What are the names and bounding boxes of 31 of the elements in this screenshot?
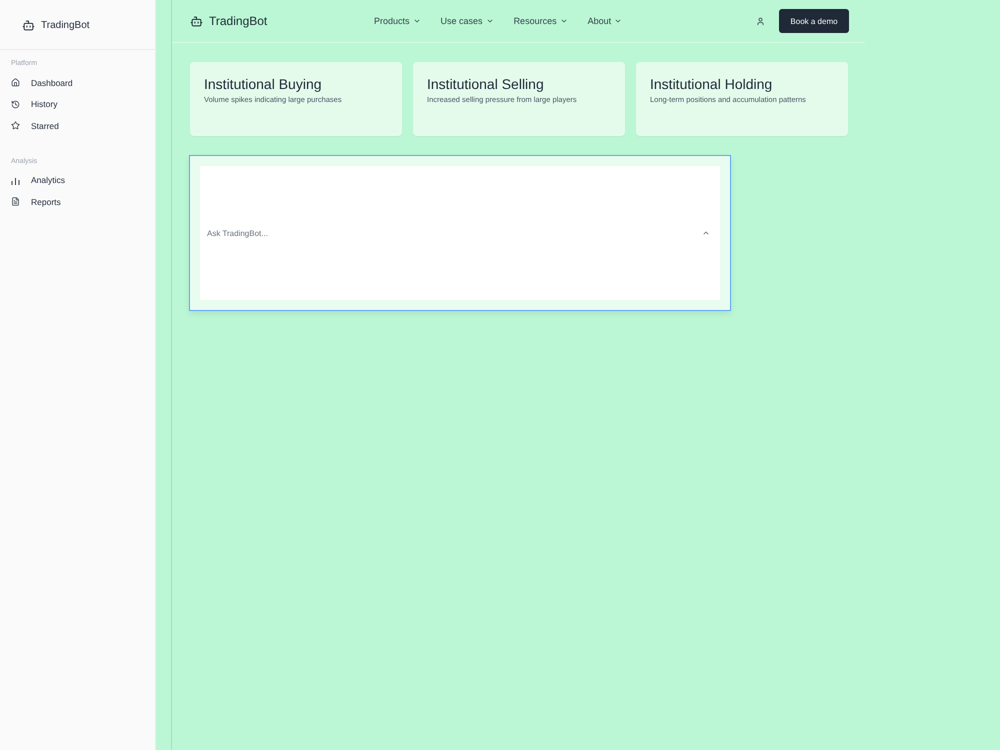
star-icon bbox=[11, 121, 20, 130]
brand-name: TradingBot bbox=[209, 14, 268, 28]
chevron-down-icon bbox=[614, 17, 622, 25]
user-icon bbox=[756, 16, 765, 26]
nav-link[interactable]: About bbox=[588, 16, 622, 26]
card-title: Institutional Buying bbox=[204, 76, 322, 92]
sidebar-item[interactable]: Reports bbox=[0, 191, 155, 212]
robot-icon bbox=[190, 14, 203, 28]
document-icon bbox=[11, 197, 20, 206]
chevron-down-icon bbox=[560, 17, 568, 25]
bar-chart-icon bbox=[11, 176, 20, 185]
brand-name: TradingBot bbox=[41, 20, 90, 31]
robot-icon bbox=[22, 19, 35, 32]
history-icon bbox=[11, 100, 20, 109]
chevron-down-icon bbox=[486, 17, 494, 25]
sidebar-item[interactable]: History bbox=[0, 94, 155, 115]
book-demo-button[interactable]: Book a demo bbox=[779, 9, 849, 33]
nav-link[interactable]: Resources bbox=[514, 16, 568, 26]
chevron-up-icon bbox=[702, 229, 710, 237]
collapse-button[interactable] bbox=[702, 229, 710, 237]
home-icon bbox=[11, 78, 20, 88]
nav-link[interactable]: Use cases bbox=[440, 16, 494, 26]
chevron-down-icon bbox=[412, 17, 421, 25]
user-button[interactable] bbox=[756, 16, 765, 26]
chat-input-field[interactable]: Ask TradingBot... bbox=[200, 166, 720, 300]
sidebar-item[interactable]: Analytics bbox=[0, 170, 155, 191]
sidebar-item[interactable]: Starred bbox=[0, 115, 155, 136]
nav-link[interactable]: Products bbox=[374, 16, 421, 26]
card-title: Institutional Holding bbox=[650, 76, 772, 92]
card-title: Institutional Selling bbox=[427, 76, 544, 92]
sidebar-item[interactable]: Dashboard bbox=[0, 72, 155, 94]
